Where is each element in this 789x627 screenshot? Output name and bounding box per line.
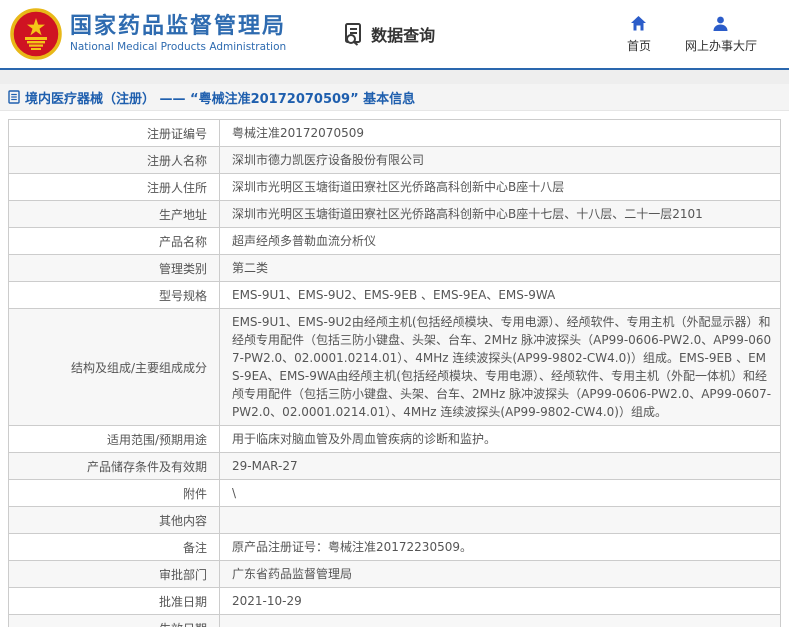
- row-value: 广东省药品监督管理局: [219, 560, 781, 588]
- table-row: 结构及组成/主要组成成分 EMS-9U1、EMS-9U2由经颅主机(包括经颅模块、…: [8, 308, 781, 426]
- table-row: 备注 原产品注册证号：粤械注准20172230509。: [8, 533, 781, 561]
- table-row: 注册人名称 深圳市德力凯医疗设备股份有限公司: [8, 146, 781, 174]
- site-header: 国家药品监督管理局 National Medical Products Admi…: [0, 0, 789, 70]
- row-label: 管理类别: [8, 254, 220, 282]
- table-row: 适用范围/预期用途 用于临床对脑血管及外周血管疾病的诊断和监护。: [8, 425, 781, 453]
- row-value: \: [219, 479, 781, 507]
- table-row: 生效日期: [8, 614, 781, 627]
- table-row: 注册证编号 粤械注准20172070509: [8, 119, 781, 147]
- table-row: 产品名称 超声经颅多普勒血流分析仪: [8, 227, 781, 255]
- data-query-nav[interactable]: 数据查询: [341, 21, 435, 47]
- row-label: 审批部门: [8, 560, 220, 588]
- row-label: 注册人名称: [8, 146, 220, 174]
- row-label: 生产地址: [8, 200, 220, 228]
- row-label: 注册证编号: [8, 119, 220, 147]
- row-value: 粤械注准20172070509: [219, 119, 781, 147]
- data-query-label: 数据查询: [371, 26, 436, 45]
- nav-item-home[interactable]: 首页: [627, 15, 651, 54]
- row-value: EMS-9U1、EMS-9U2由经颅主机(包括经颅模块、专用电源）、经颅软件、专…: [219, 308, 781, 426]
- row-label: 产品名称: [8, 227, 220, 255]
- document-icon: [8, 90, 20, 104]
- agency-name-cn: 国家药品监督管理局: [70, 14, 287, 39]
- info-table-body: 注册证编号 粤械注准20172070509 注册人名称 深圳市德力凯医疗设备股份有限公…: [8, 119, 781, 627]
- table-row: 注册人住所 深圳市光明区玉塘街道田寮社区光侨路高科创新中心B座十八层: [8, 173, 781, 201]
- person-icon: [713, 16, 728, 31]
- row-value: 用于临床对脑血管及外周血管疾病的诊断和监护。: [219, 425, 781, 453]
- row-label: 备注: [8, 533, 220, 561]
- header-spacer-band: [0, 70, 789, 84]
- row-value: 第二类: [219, 254, 781, 282]
- agency-title-block: 国家药品监督管理局 National Medical Products Admi…: [70, 14, 286, 54]
- table-row: 管理类别 第二类: [8, 254, 781, 282]
- row-label: 生效日期: [8, 614, 220, 627]
- row-value: [219, 506, 781, 534]
- row-value: 深圳市光明区玉塘街道田寮社区光侨路高科创新中心B座十七层、十八层、二十一层210…: [219, 200, 781, 228]
- nav-item-service-hall[interactable]: 网上办事大厅: [685, 15, 757, 54]
- table-row: 附件 \: [8, 479, 781, 507]
- row-value: 深圳市光明区玉塘街道田寮社区光侨路高科创新中心B座十八层: [219, 173, 781, 201]
- page-title: 境内医疗器械（注册） —— “粤械注准20172070509” 基本信息: [25, 91, 416, 107]
- table-row: 型号规格 EMS-9U1、EMS-9U2、EMS-9EB 、EMS-9EA、EMS…: [8, 281, 781, 309]
- agency-name-en: National Medical Products Administration: [70, 41, 287, 53]
- table-row: 批准日期 2021-10-29: [8, 587, 781, 615]
- row-label: 其他内容: [8, 506, 220, 534]
- home-icon: [631, 15, 647, 30]
- row-label: 结构及组成/主要组成成分: [8, 308, 220, 426]
- registration-info-table: 注册证编号 粤械注准20172070509 注册人名称 深圳市德力凯医疗设备股份有限公…: [8, 119, 781, 627]
- table-row: 审批部门 广东省药品监督管理局: [8, 560, 781, 588]
- breadcrumb-bar: 境内医疗器械（注册） —— “粤械注准20172070509” 基本信息: [0, 84, 789, 111]
- row-value: 超声经颅多普勒血流分析仪: [219, 227, 781, 255]
- row-label: 适用范围/预期用途: [8, 425, 220, 453]
- row-value: 29-MAR-27: [219, 452, 781, 480]
- row-label: 注册人住所: [8, 173, 220, 201]
- row-value: 原产品注册证号：粤械注准20172230509。: [219, 533, 781, 561]
- header-nav: 首页 网上办事大厅: [627, 15, 757, 54]
- table-row: 产品储存条件及有效期 29-MAR-27: [8, 452, 781, 480]
- nav-item-label: 首页: [626, 38, 651, 53]
- row-label: 型号规格: [8, 281, 220, 309]
- nav-item-label: 网上办事大厅: [684, 38, 757, 53]
- row-label: 附件: [8, 479, 220, 507]
- row-value: 2021-10-29: [219, 587, 781, 615]
- row-label: 产品储存条件及有效期: [8, 452, 220, 480]
- table-row: 生产地址 深圳市光明区玉塘街道田寮社区光侨路高科创新中心B座十七层、十八层、二十一…: [8, 200, 781, 228]
- row-value: [219, 614, 781, 627]
- registration-info-section: 注册证编号 粤械注准20172070509 注册人名称 深圳市德力凯医疗设备股份有限公…: [0, 111, 789, 627]
- data-query-icon: [345, 23, 362, 46]
- table-row: 其他内容: [8, 506, 781, 534]
- row-value: EMS-9U1、EMS-9U2、EMS-9EB 、EMS-9EA、EMS-9WA: [219, 281, 781, 309]
- row-value: 深圳市德力凯医疗设备股份有限公司: [219, 146, 781, 174]
- row-label: 批准日期: [8, 587, 220, 615]
- national-emblem-logo: [10, 8, 62, 60]
